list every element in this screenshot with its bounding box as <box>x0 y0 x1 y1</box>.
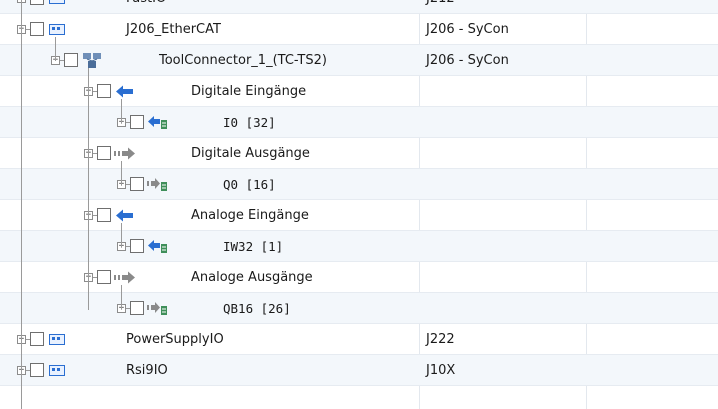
io-module-icon <box>49 333 67 350</box>
row-label: IW32 [1] <box>223 239 284 254</box>
network-device-icon <box>82 52 102 73</box>
tree-line <box>121 161 122 185</box>
row-label: J206_EtherCAT <box>126 22 221 37</box>
input-signal-icon <box>148 239 168 258</box>
tree-row-j206-ethercat[interactable]: − J206_EtherCAT J206 - SyCon <box>0 14 718 45</box>
tree-row-analoge-eingaenge[interactable]: − Analoge Eingänge <box>0 200 718 231</box>
row-checkbox[interactable] <box>30 0 44 5</box>
tree-line <box>21 0 22 409</box>
tree-row-iw32[interactable]: + IW32 [1] <box>0 231 718 262</box>
row-label: Analoge Ausgänge <box>191 270 313 285</box>
row-label: Analoge Eingänge <box>191 208 309 223</box>
tree-row-powersupplyio[interactable]: + PowerSupplyIO J222 <box>0 324 718 355</box>
tree-row-digitale-ausgaenge[interactable]: − Digitale Ausgänge <box>0 138 718 169</box>
input-arrow-icon <box>116 85 134 102</box>
tree-row-digitale-eingaenge[interactable]: − Digitale Eingänge <box>0 76 718 107</box>
row-checkbox[interactable] <box>130 115 144 129</box>
row-configuration: J212 <box>426 0 455 14</box>
output-signal-icon <box>147 177 169 196</box>
row-checkbox[interactable] <box>130 239 144 253</box>
row-label: Digitale Ausgänge <box>191 146 310 161</box>
io-module-icon <box>49 23 67 40</box>
row-checkbox[interactable] <box>97 146 111 160</box>
row-checkbox[interactable] <box>64 53 78 67</box>
tree-line <box>121 99 122 123</box>
input-arrow-icon <box>116 209 134 226</box>
row-label: PowerSupplyIO <box>126 332 224 347</box>
row-checkbox[interactable] <box>30 22 44 36</box>
row-checkbox[interactable] <box>97 208 111 222</box>
row-checkbox[interactable] <box>30 332 44 346</box>
row-label: I0 [32] <box>223 115 276 130</box>
input-signal-icon <box>148 115 168 134</box>
row-checkbox[interactable] <box>130 301 144 315</box>
tree-line <box>55 37 56 61</box>
row-label: FastIO <box>126 0 166 14</box>
io-module-icon <box>49 0 67 9</box>
tree-row-fastio[interactable]: + FastIO J212 <box>0 0 718 14</box>
tree-row-i0[interactable]: + I0 [32] <box>0 107 718 138</box>
row-label: Rsi9IO <box>126 363 168 378</box>
row-checkbox[interactable] <box>30 363 44 377</box>
tree-row-toolconnector[interactable]: − ToolConnector_1_(TC-TS2) J206 - SyCon <box>0 45 718 76</box>
row-label: QB16 [26] <box>223 301 291 316</box>
row-label: Digitale Eingänge <box>191 84 307 99</box>
tree-row-rsi9io[interactable]: + Rsi9IO J10X <box>0 355 718 386</box>
tree-row-q0[interactable]: + Q0 [16] <box>0 169 718 200</box>
output-signal-icon <box>147 301 169 320</box>
tree-line <box>121 285 122 309</box>
row-label: Q0 [16] <box>223 177 276 192</box>
output-arrow-icon <box>114 271 136 288</box>
io-module-icon <box>49 364 67 381</box>
io-configuration-tree: + FastIO J212 − J206_EtherCAT J206 - SyC… <box>0 0 718 409</box>
row-checkbox[interactable] <box>130 177 144 191</box>
output-arrow-icon <box>114 147 136 164</box>
row-configuration: J10X <box>426 363 456 378</box>
row-configuration: J206 - SyCon <box>426 53 509 68</box>
tree-row-analoge-ausgaenge[interactable]: − Analoge Ausgänge <box>0 262 718 293</box>
row-label: ToolConnector_1_(TC-TS2) <box>159 53 327 68</box>
row-checkbox[interactable] <box>97 270 111 284</box>
tree-row-qb16[interactable]: + QB16 [26] <box>0 293 718 324</box>
tree-line <box>88 68 89 310</box>
row-configuration: J206 - SyCon <box>426 22 509 37</box>
tree-line <box>121 223 122 247</box>
row-checkbox[interactable] <box>97 84 111 98</box>
row-configuration: J222 <box>426 332 455 347</box>
